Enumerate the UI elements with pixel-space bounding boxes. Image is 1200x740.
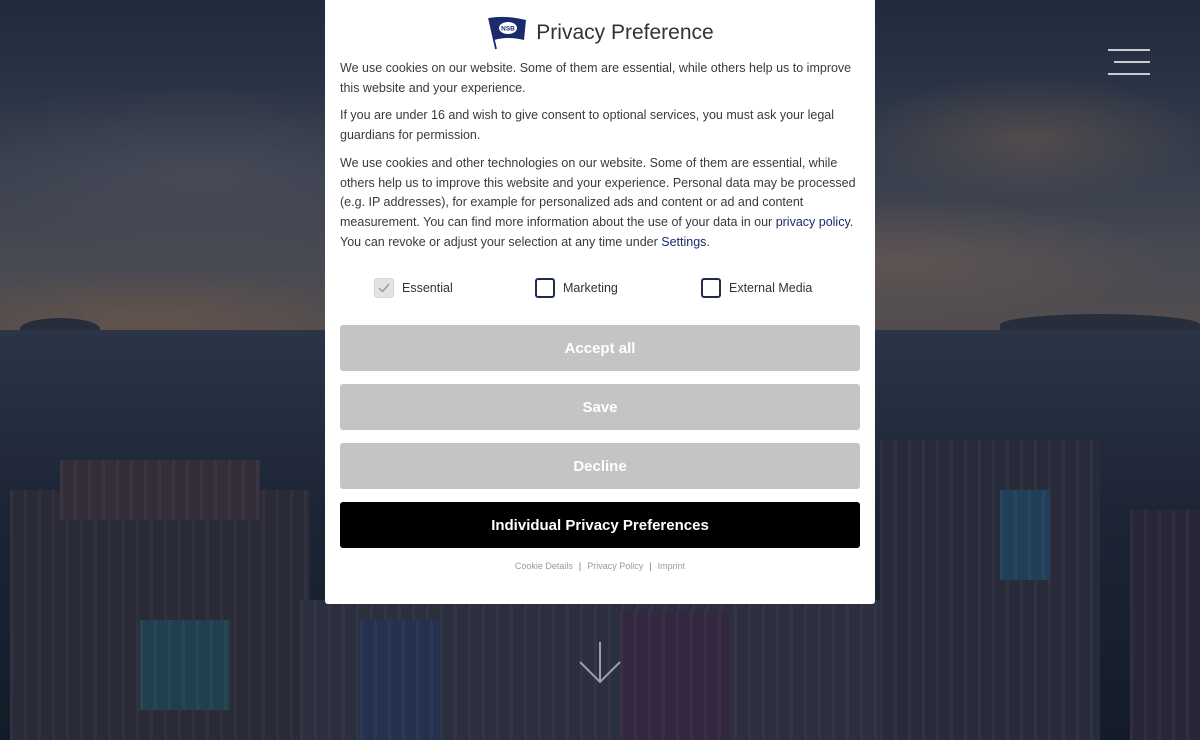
cookie-details-text-end: .	[706, 234, 710, 249]
cookie-details-text: We use cookies and other technologies on…	[340, 154, 860, 253]
checkbox-box[interactable]	[374, 278, 394, 299]
save-button[interactable]: Save	[340, 384, 860, 431]
nsb-flag-logo: NSB	[488, 16, 527, 50]
logo-text: NSB	[501, 26, 515, 33]
cookie-intro-text: We use cookies on our website. Some of t…	[340, 61, 852, 95]
checkmark-icon	[378, 283, 390, 293]
privacy-preference-modal: NSB Privacy Preference We use cookies on…	[325, 0, 875, 604]
link-separator: |	[578, 561, 582, 572]
modal-title: Privacy Preference	[536, 21, 714, 44]
age-consent-text: If you are under 16 and wish to give con…	[340, 108, 835, 143]
menu-line	[1108, 49, 1150, 51]
checkbox-label: External Media	[729, 281, 813, 296]
hamburger-menu-icon[interactable]	[1108, 49, 1150, 75]
imprint-link[interactable]: Imprint	[658, 561, 686, 571]
arrow-down-icon[interactable]	[578, 640, 622, 686]
privacy-policy-footer-link[interactable]: Privacy Policy	[587, 561, 643, 571]
menu-line	[1108, 73, 1150, 75]
cookie-details-link[interactable]: Cookie Details	[515, 561, 573, 571]
decline-button[interactable]: Decline	[340, 443, 860, 490]
checkbox-essential[interactable]: Essential	[374, 278, 535, 299]
menu-line	[1114, 61, 1150, 63]
checkbox-external-media[interactable]: External Media	[701, 278, 813, 299]
button-group: Accept all Save Decline Individual Priva…	[340, 325, 860, 549]
consent-checkboxes: Essential Marketing External Media	[340, 276, 860, 300]
privacy-policy-link[interactable]: privacy policy	[776, 215, 850, 229]
checkbox-marketing[interactable]: Marketing	[535, 278, 701, 299]
checkbox-box[interactable]	[535, 278, 555, 299]
checkbox-box[interactable]	[701, 278, 721, 299]
footer-links: Cookie Details | Privacy Policy | Imprin…	[340, 561, 860, 571]
individual-privacy-preferences-button[interactable]: Individual Privacy Preferences	[340, 502, 860, 549]
accept-all-button[interactable]: Accept all	[340, 325, 860, 372]
modal-header: NSB Privacy Preference	[340, 0, 860, 58]
settings-link[interactable]: Settings	[661, 235, 706, 249]
link-separator: |	[649, 561, 652, 572]
checkbox-label: Essential	[402, 281, 453, 296]
checkbox-label: Marketing	[563, 281, 618, 296]
